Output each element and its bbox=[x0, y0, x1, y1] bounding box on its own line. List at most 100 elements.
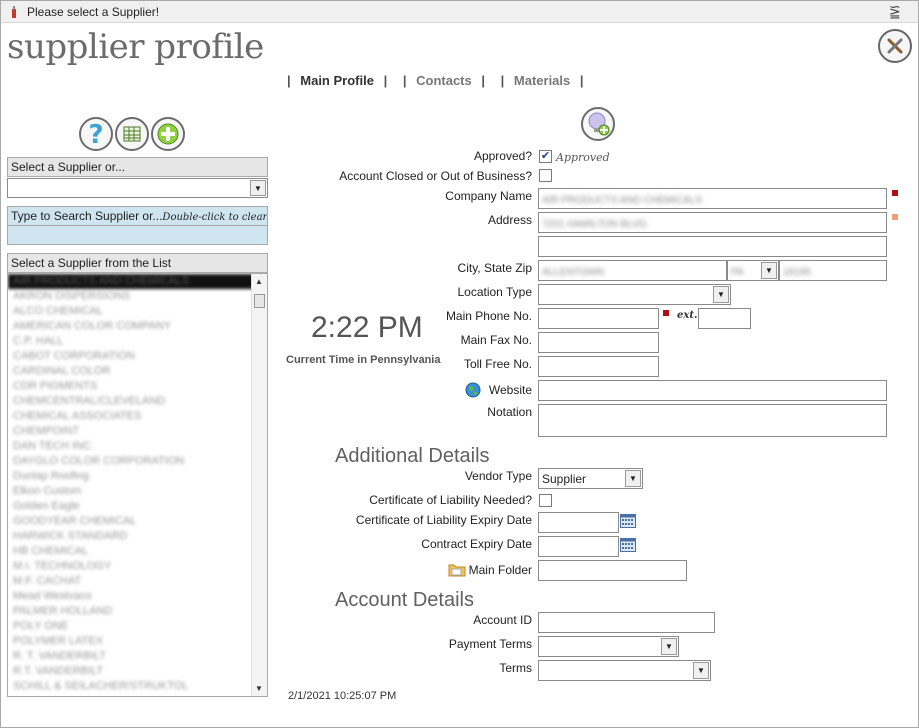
tab-separator: | bbox=[383, 73, 388, 88]
supplier-list-item[interactable]: DAN TECH INC. bbox=[8, 439, 267, 454]
required-marker bbox=[663, 310, 669, 316]
supplier-list-item[interactable]: Golden Eagle bbox=[8, 499, 267, 514]
supplier-search-input[interactable] bbox=[7, 225, 268, 245]
chevron-down-icon[interactable]: ▼ bbox=[625, 470, 641, 487]
supplier-list-item[interactable]: AKRON DISPERSIONS bbox=[8, 289, 267, 304]
account-closed-label: Account Closed or Out of Business? bbox=[339, 169, 532, 183]
location-type-dropdown[interactable]: ▼ bbox=[538, 284, 731, 305]
vendor-type-value: Supplier bbox=[542, 472, 587, 486]
supplier-list-item[interactable]: CHEMCENTRAL/CLEVELAND bbox=[8, 394, 267, 409]
calendar-icon[interactable] bbox=[620, 514, 636, 528]
contract-expiry-field[interactable] bbox=[538, 536, 619, 557]
supplier-list-item[interactable]: ALCO CHEMICAL bbox=[8, 304, 267, 319]
payment-terms-label: Payment Terms bbox=[448, 637, 532, 651]
address-line1-field[interactable]: 7201 HAMILTON BLVD. bbox=[538, 212, 887, 233]
cert-needed-checkbox[interactable] bbox=[539, 494, 552, 507]
main-folder-field[interactable] bbox=[538, 560, 687, 581]
supplier-list-item[interactable]: HARWICK STANDARD bbox=[8, 529, 267, 544]
supplier-dropdown[interactable]: ▼ bbox=[7, 178, 268, 198]
website-label: Website bbox=[488, 383, 532, 397]
search-supplier-header: Type to Search Supplier or...Double-clic… bbox=[7, 206, 268, 226]
supplier-list[interactable]: AIR PRODUCTS AND CHEMICALS AKRON DISPERSI… bbox=[7, 273, 268, 697]
approved-checkbox[interactable]: ✔ bbox=[539, 150, 552, 163]
main-fax-label: Main Fax No. bbox=[460, 333, 532, 347]
account-details-heading: Account Details bbox=[335, 589, 474, 611]
account-id-field[interactable] bbox=[538, 612, 715, 633]
supplier-list-scrollbar[interactable]: ▲ ▼ bbox=[251, 274, 267, 696]
optional-marker bbox=[892, 214, 898, 220]
company-name-value: AIR PRODUCTS AND CHEMICALS bbox=[542, 195, 703, 206]
toll-free-field[interactable] bbox=[538, 356, 659, 377]
add-supplier-button[interactable] bbox=[151, 117, 185, 151]
tab-main-profile[interactable]: Main Profile bbox=[300, 73, 374, 88]
main-folder-label: Main Folder bbox=[468, 563, 532, 577]
tab-materials[interactable]: Materials bbox=[514, 73, 570, 88]
idea-button[interactable] bbox=[581, 107, 615, 141]
state-dropdown[interactable]: PA ▼ bbox=[727, 260, 779, 281]
supplier-list-item[interactable]: SCHILL & SEILACHER/STRUKTOL bbox=[8, 679, 267, 694]
supplier-list-item[interactable]: POLYMER LATEX bbox=[8, 634, 267, 649]
supplier-list-item[interactable]: GOODYEAR CHEMICAL bbox=[8, 514, 267, 529]
supplier-list-item[interactable]: CHEMICAL ASSOCIATES bbox=[8, 409, 267, 424]
vendor-type-dropdown[interactable]: Supplier ▼ bbox=[538, 468, 643, 489]
website-field[interactable] bbox=[538, 380, 887, 401]
terms-dropdown[interactable]: ▼ bbox=[538, 660, 711, 681]
supplier-list-item[interactable]: POLY ONE bbox=[8, 619, 267, 634]
tab-bar: | Main Profile | | Contacts | | Material… bbox=[281, 73, 590, 88]
required-marker bbox=[892, 190, 898, 196]
grid-view-button[interactable] bbox=[115, 117, 149, 151]
city-state-zip-label: City, State Zip bbox=[457, 261, 532, 275]
phone-ext-field[interactable] bbox=[698, 308, 751, 329]
supplier-list-item[interactable]: M.I. TECHNOLOGY bbox=[8, 559, 267, 574]
address-line2-field[interactable] bbox=[538, 236, 887, 257]
scroll-down-icon[interactable]: ▼ bbox=[255, 684, 263, 693]
company-name-field[interactable]: AIR PRODUCTS AND CHEMICALS bbox=[538, 188, 887, 209]
account-closed-checkbox[interactable] bbox=[539, 169, 552, 182]
terms-label: Terms bbox=[499, 661, 532, 675]
approved-label: Approved? bbox=[473, 149, 532, 163]
window-close-button[interactable]: ⪠ bbox=[889, 3, 901, 20]
scroll-up-icon[interactable]: ▲ bbox=[255, 277, 263, 286]
chevron-down-icon[interactable]: ▼ bbox=[661, 638, 677, 655]
cert-expiry-field[interactable] bbox=[538, 512, 619, 533]
close-profile-button[interactable] bbox=[878, 29, 912, 63]
notation-field[interactable] bbox=[538, 404, 887, 437]
supplier-list-item[interactable]: CABOT CORPORATION bbox=[8, 349, 267, 364]
supplier-list-item[interactable]: Elkon Custom bbox=[8, 484, 267, 499]
chevron-down-icon[interactable]: ▼ bbox=[713, 286, 729, 303]
supplier-list-item[interactable]: Dunlap Roofing bbox=[8, 469, 267, 484]
city-field[interactable]: ALLENTOWN bbox=[538, 260, 727, 281]
folder-icon[interactable] bbox=[448, 562, 466, 577]
supplier-list-item[interactable]: DAYGLO COLOR CORPORATION bbox=[8, 454, 267, 469]
supplier-list-item[interactable]: AIR PRODUCTS AND CHEMICALS bbox=[8, 274, 267, 289]
supplier-list-item[interactable]: C.P. HALL bbox=[8, 334, 267, 349]
supplier-list-item[interactable]: CDR PIGMENTS bbox=[8, 379, 267, 394]
supplier-list-item[interactable]: HB CHEMICAL bbox=[8, 544, 267, 559]
chevron-down-icon[interactable]: ▼ bbox=[693, 662, 709, 679]
calendar-icon[interactable] bbox=[620, 538, 636, 552]
app-icon bbox=[12, 6, 16, 18]
payment-terms-dropdown[interactable]: ▼ bbox=[538, 636, 679, 657]
tab-contacts[interactable]: Contacts bbox=[416, 73, 472, 88]
zip-field[interactable]: 18195 bbox=[779, 260, 887, 281]
supplier-list-item[interactable]: CHEMPOINT bbox=[8, 424, 267, 439]
notation-label: Notation bbox=[487, 405, 532, 419]
supplier-list-item[interactable]: PALMER HOLLAND bbox=[8, 604, 267, 619]
supplier-list-item[interactable]: AMERICAN COLOR COMPANY bbox=[8, 319, 267, 334]
supplier-list-item[interactable]: R. T. VANDERBILT bbox=[8, 649, 267, 664]
supplier-list-item[interactable]: Mead Westvaco bbox=[8, 589, 267, 604]
search-clear-hint: Double-click to clear bbox=[162, 212, 268, 223]
main-phone-field[interactable] bbox=[538, 308, 659, 329]
lightbulb-add-icon bbox=[588, 112, 610, 136]
chevron-down-icon[interactable]: ▼ bbox=[250, 180, 266, 196]
chevron-down-icon[interactable]: ▼ bbox=[761, 262, 777, 279]
cert-expiry-label: Certificate of Liability Expiry Date bbox=[355, 513, 532, 527]
svg-text:?: ? bbox=[88, 121, 103, 147]
supplier-list-item[interactable]: R.T. VANDERBILT bbox=[8, 664, 267, 679]
supplier-list-item[interactable]: M.F. CACHAT bbox=[8, 574, 267, 589]
scroll-thumb[interactable] bbox=[254, 294, 265, 308]
supplier-list-item[interactable]: CARDINAL COLOR bbox=[8, 364, 267, 379]
help-button[interactable]: ? bbox=[79, 117, 113, 151]
main-fax-field[interactable] bbox=[538, 332, 659, 353]
tab-separator: | bbox=[500, 73, 505, 88]
